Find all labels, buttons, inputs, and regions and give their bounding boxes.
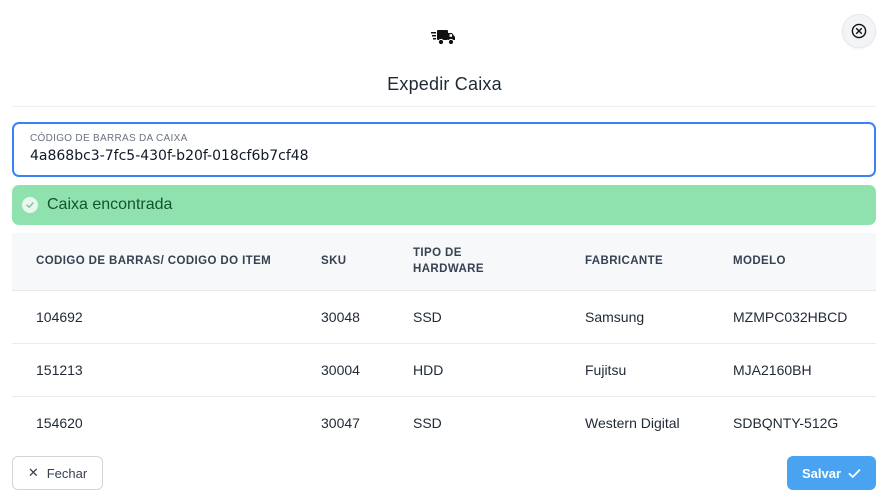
close-circle-icon xyxy=(851,23,867,39)
title-divider xyxy=(12,106,876,107)
close-button[interactable]: ✕ Fechar xyxy=(12,456,103,490)
cell-hardware-type: HDD xyxy=(389,343,561,397)
check-icon xyxy=(848,468,861,479)
save-button-label: Salvar xyxy=(801,465,842,481)
close-dialog-button[interactable] xyxy=(842,14,876,48)
cell-sku: 30047 xyxy=(321,414,360,431)
column-header-manufacturer[interactable]: FABRICANTE xyxy=(561,233,709,291)
cell-barcode: 151213 xyxy=(12,343,297,397)
cell-sku: 30048 xyxy=(297,290,389,344)
items-table: CODIGO DE BARRAS/ CODIGO DO ITEM SKU TIP… xyxy=(12,233,876,449)
table-row[interactable]: 154620 30047 SSD Western Digital SDBQNTY… xyxy=(12,396,876,449)
column-header-sku[interactable]: SKU xyxy=(297,233,389,291)
check-circle-icon xyxy=(22,197,38,213)
table-row[interactable]: 151213 30004 HDD Fujitsu MJA2160BH xyxy=(12,343,876,397)
barcode-label: CÓDIGO DE BARRAS DA CAIXA xyxy=(30,133,188,144)
cell-hardware-type: SSD xyxy=(413,414,442,431)
barcode-value[interactable]: 4a868bc3-7fc5-430f-b20f-018cf6b7cf48 xyxy=(30,148,874,164)
close-button-label: Fechar xyxy=(46,465,88,481)
cell-hardware-type: SSD xyxy=(389,290,561,344)
column-header-barcode[interactable]: CODIGO DE BARRAS/ CODIGO DO ITEM xyxy=(12,233,297,291)
cell-manufacturer: Western Digital xyxy=(585,414,680,431)
dialog-title: Expedir Caixa xyxy=(387,74,502,94)
column-header-model[interactable]: MODELO xyxy=(709,233,876,291)
table-row[interactable]: 104692 30048 SSD Samsung MZMPC032HBCD xyxy=(12,290,876,344)
save-button[interactable]: Salvar xyxy=(787,456,876,490)
box-found-alert: Caixa encontrada xyxy=(12,185,876,225)
column-header-hardware-type-label: TIPO DE HARDWARE xyxy=(413,247,484,276)
alert-text: Caixa encontrada xyxy=(47,196,173,213)
cell-barcode: 104692 xyxy=(12,290,297,344)
cell-model: MJA2160BH xyxy=(709,343,876,397)
x-icon: ✕ xyxy=(27,465,39,480)
cell-sku: 30004 xyxy=(297,343,389,397)
cell-model: SDBQNTY-512G xyxy=(733,414,839,431)
cell-manufacturer: Fujitsu xyxy=(561,343,709,397)
table-header-row: CODIGO DE BARRAS/ CODIGO DO ITEM SKU TIP… xyxy=(12,233,876,291)
column-header-hardware-type[interactable]: TIPO DE HARDWARE xyxy=(389,233,561,291)
cell-manufacturer: Samsung xyxy=(561,290,709,344)
cell-barcode: 154620 xyxy=(36,414,83,431)
truck-fast-icon xyxy=(431,30,455,46)
cell-model: MZMPC032HBCD xyxy=(709,290,876,344)
barcode-input-field[interactable]: CÓDIGO DE BARRAS DA CAIXA 4a868bc3-7fc5-… xyxy=(12,122,876,177)
